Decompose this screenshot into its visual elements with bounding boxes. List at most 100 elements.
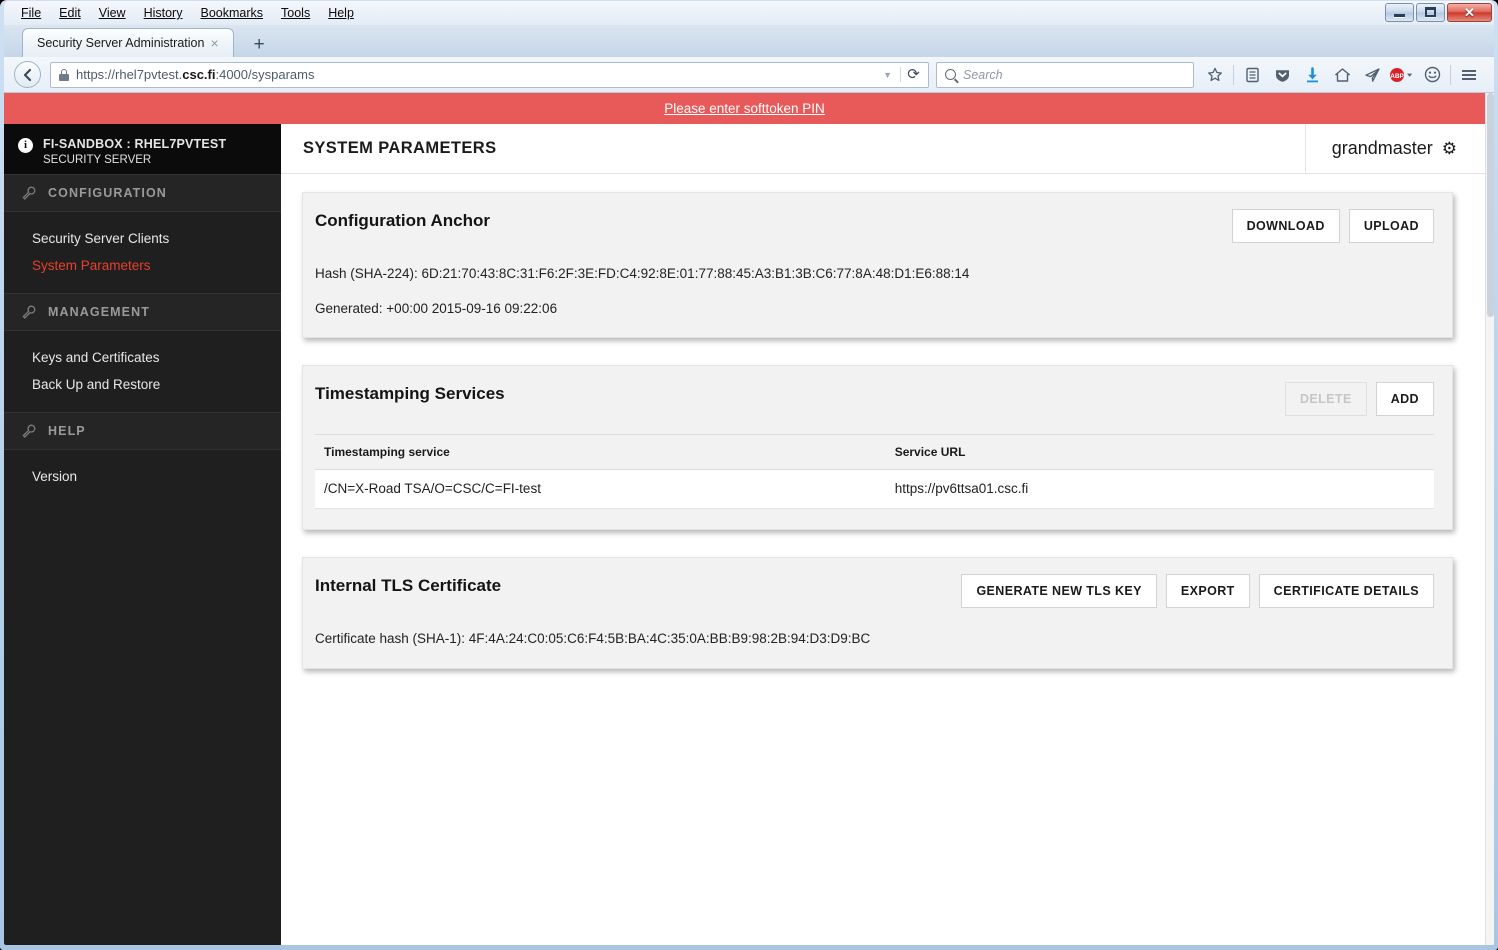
lock-icon	[59, 68, 69, 81]
tls-certificate-hash-text: Certificate hash (SHA-1): 4F:4A:24:C0:05…	[315, 631, 871, 647]
wrench-icon	[22, 424, 36, 438]
sidebar-section-label: HELP	[48, 424, 86, 438]
sidebar-group-help: Version	[4, 450, 281, 504]
sidebar-item-security-server-clients[interactable]: Security Server Clients	[4, 225, 281, 252]
username-label: grandmaster	[1331, 138, 1433, 158]
scrollbar-thumb[interactable]	[1487, 93, 1494, 317]
table-row[interactable]: /CN=X-Road TSA/O=CSC/C=FI-test https://p…	[315, 469, 1434, 510]
search-placeholder: Search	[963, 67, 1003, 82]
cell-service-url: https://pv6ttsa01.csc.fi	[885, 469, 1434, 510]
reload-button[interactable]: ⟳	[900, 67, 926, 82]
timestamping-button-row: DELETE ADD	[1284, 382, 1434, 417]
tab-strip: Security Server Administration × +	[4, 25, 1494, 57]
delete-timestamping-button[interactable]: DELETE	[1284, 382, 1367, 417]
menu-edit[interactable]: Edit	[50, 3, 90, 23]
panel-title: Internal TLS Certificate	[315, 576, 502, 596]
info-icon: i	[18, 138, 33, 153]
maximize-button[interactable]	[1416, 2, 1445, 22]
app-root: i FI-SANDBOX : RHEL7PVTEST SECURITY SERV…	[4, 124, 1485, 945]
sidebar-section-configuration: CONFIGURATION	[4, 174, 281, 212]
sidebar-item-version[interactable]: Version	[4, 463, 281, 490]
sidebar-item-back-up-and-restore[interactable]: Back Up and Restore	[4, 371, 281, 398]
share-paperplane-icon[interactable]	[1357, 61, 1387, 89]
restore-icon	[1425, 7, 1436, 17]
wrench-icon	[22, 186, 36, 200]
main-header: SYSTEM PARAMETERS grandmaster ⚙	[281, 124, 1485, 174]
sidebar-item-system-parameters[interactable]: System Parameters	[4, 252, 281, 279]
url-dropdown-icon[interactable]: ▼	[875, 70, 900, 80]
tab-security-server-administration[interactable]: Security Server Administration ×	[22, 28, 234, 57]
menu-view[interactable]: View	[90, 3, 135, 23]
certificate-details-button[interactable]: CERTIFICATE DETAILS	[1258, 574, 1434, 609]
hamburger-menu-icon[interactable]	[1454, 61, 1484, 89]
window-controls: ✕	[1383, 2, 1492, 22]
wrench-icon	[22, 305, 36, 319]
sidebar: i FI-SANDBOX : RHEL7PVTEST SECURITY SERV…	[4, 124, 281, 945]
menu-history[interactable]: History	[135, 3, 192, 23]
main-content: SYSTEM PARAMETERS grandmaster ⚙ Configur…	[281, 124, 1485, 945]
bookmark-star-icon[interactable]	[1200, 61, 1230, 89]
back-button[interactable]	[14, 61, 41, 88]
url-bar[interactable]: https://rhel7pvtest.csc.fi:4000/sysparam…	[50, 61, 929, 88]
adblock-plus-icon[interactable]: ABP	[1387, 61, 1417, 89]
tab-close-icon[interactable]: ×	[204, 36, 224, 50]
back-arrow-icon	[23, 68, 31, 81]
os-window: File Edit View History Bookmarks Tools H…	[0, 0, 1498, 950]
menu-history-label: History	[143, 6, 183, 20]
navigation-toolbar: https://rhel7pvtest.csc.fi:4000/sysparam…	[4, 57, 1494, 93]
url-prefix: https://rhel7pvtest.	[76, 67, 183, 82]
softtoken-pin-link[interactable]: Please enter softtoken PIN	[664, 101, 825, 116]
anchor-hash-text: Hash (SHA-224): 6D:21:70:43:8C:31:F6:2F:…	[315, 266, 970, 281]
home-icon[interactable]	[1327, 61, 1357, 89]
reader-list-icon[interactable]	[1237, 61, 1267, 89]
add-timestamping-button[interactable]: ADD	[1375, 382, 1434, 417]
page-viewport: Please enter softtoken PIN i FI-SANDBOX …	[4, 93, 1494, 945]
sidebar-section-management: MANAGEMENT	[4, 293, 281, 331]
close-window-button[interactable]: ✕	[1447, 2, 1492, 22]
table-header-row: Timestamping service Service URL	[315, 434, 1434, 471]
minimize-button[interactable]	[1385, 2, 1414, 22]
column-header-timestamping-service[interactable]: Timestamping service	[315, 434, 886, 471]
downloads-icon[interactable]	[1297, 61, 1327, 89]
new-tab-button[interactable]: +	[242, 35, 277, 54]
menu-bar: File Edit View History Bookmarks Tools H…	[4, 1, 1494, 25]
sidebar-section-label: CONFIGURATION	[48, 186, 167, 200]
url-text: https://rhel7pvtest.csc.fi:4000/sysparam…	[76, 67, 875, 82]
user-menu[interactable]: grandmaster ⚙	[1304, 124, 1485, 173]
browser-toolbar-icons: ABP	[1200, 61, 1484, 89]
sidebar-group-configuration: Security Server Clients System Parameter…	[4, 212, 281, 293]
toolbar-separator	[1233, 64, 1234, 85]
minimize-icon	[1394, 13, 1405, 17]
gear-icon: ⚙	[1441, 139, 1457, 158]
search-input[interactable]: Search	[936, 61, 1194, 88]
url-suffix: :4000/sysparams	[215, 67, 315, 82]
sidebar-org-name: FI-SANDBOX : RHEL7PVTEST	[43, 137, 227, 151]
search-icon	[945, 69, 956, 80]
menu-help-label: Help	[328, 6, 354, 20]
generate-new-tls-key-button[interactable]: GENERATE NEW TLS KEY	[961, 574, 1157, 609]
menu-help[interactable]: Help	[319, 3, 363, 23]
timestamping-table: Timestamping service Service URL /CN=X-R…	[315, 434, 1434, 510]
menu-tools[interactable]: Tools	[272, 3, 319, 23]
menu-file[interactable]: File	[12, 3, 50, 23]
menu-view-label: View	[98, 6, 126, 20]
pocket-shield-icon[interactable]	[1267, 61, 1297, 89]
menu-tools-label: Tools	[281, 6, 311, 20]
menu-edit-label: Edit	[59, 6, 81, 20]
download-anchor-button[interactable]: DOWNLOAD	[1231, 209, 1340, 243]
tab-label: Security Server Administration	[37, 36, 205, 50]
feedback-smiley-icon[interactable]	[1417, 61, 1447, 89]
sidebar-item-keys-and-certificates[interactable]: Keys and Certificates	[4, 344, 281, 371]
menu-bookmarks[interactable]: Bookmarks	[191, 3, 272, 23]
upload-anchor-button[interactable]: UPLOAD	[1348, 209, 1434, 243]
export-tls-button[interactable]: EXPORT	[1165, 574, 1250, 609]
column-header-service-url[interactable]: Service URL	[885, 434, 1434, 471]
cell-timestamping-service: /CN=X-Road TSA/O=CSC/C=FI-test	[315, 469, 886, 510]
sidebar-section-help: HELP	[4, 412, 281, 450]
anchor-button-row: DOWNLOAD UPLOAD	[1231, 209, 1434, 243]
panel-header: Configuration Anchor DOWNLOAD UPLOAD	[315, 209, 1434, 243]
notification-bar: Please enter softtoken PIN	[4, 93, 1485, 124]
anchor-generated-text: Generated: +00:00 2015-09-16 09:22:06	[315, 300, 558, 316]
page-scrollbar[interactable]	[1485, 93, 1494, 945]
content-area: Configuration Anchor DOWNLOAD UPLOAD Has…	[281, 174, 1485, 945]
